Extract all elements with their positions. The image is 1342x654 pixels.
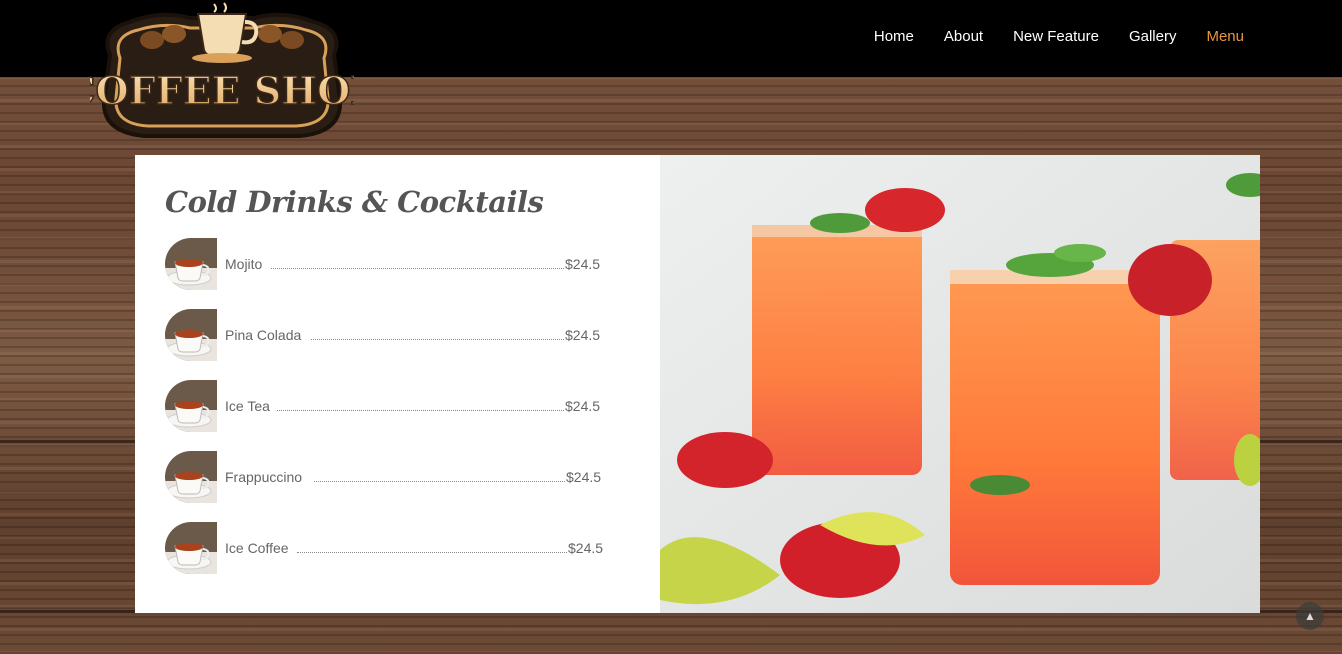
menu-item-name: Mojito bbox=[225, 256, 263, 272]
menu-list: Mojito $24.5 Pina Colada $24.5 Ice Tea $24.5 F… bbox=[165, 238, 610, 593]
menu-item-price: $24.5 bbox=[565, 256, 601, 272]
dot-leader bbox=[271, 255, 564, 269]
chevron-up-icon: ▲ bbox=[1304, 609, 1316, 623]
svg-text:COFFEE SHOP: COFFEE SHOP bbox=[90, 68, 354, 113]
menu-item[interactable]: Mojito $24.5 bbox=[165, 238, 610, 290]
tea-cup-thumbnail bbox=[165, 380, 217, 432]
menu-item-price: $24.5 bbox=[565, 327, 601, 343]
menu-title: Cold Drinks & Cocktails bbox=[165, 185, 544, 219]
menu-panel: Cold Drinks & Cocktails Mojito $24.5 Pina … bbox=[135, 155, 660, 613]
dot-leader bbox=[297, 539, 567, 553]
tea-cup-thumbnail bbox=[165, 309, 217, 361]
drinks-photo bbox=[660, 155, 1260, 613]
menu-item-price: $24.5 bbox=[566, 469, 602, 485]
menu-item-price: $24.5 bbox=[565, 398, 601, 414]
menu-item[interactable]: Pina Colada $24.5 bbox=[165, 309, 610, 361]
coffee-shop-logo[interactable]: COFFEE SHOP bbox=[65, 0, 379, 140]
menu-card: Cold Drinks & Cocktails Mojito $24.5 Pina … bbox=[135, 155, 1260, 613]
nav-about[interactable]: About bbox=[944, 28, 983, 45]
menu-item-price: $24.5 bbox=[568, 540, 604, 556]
tea-cup-thumbnail bbox=[165, 451, 217, 503]
menu-item-name: Ice Tea bbox=[225, 398, 270, 414]
nav-gallery[interactable]: Gallery bbox=[1129, 28, 1177, 45]
menu-item-name: Pina Colada bbox=[225, 327, 302, 343]
menu-item[interactable]: Ice Tea $24.5 bbox=[165, 380, 610, 432]
nav-menu[interactable]: Menu bbox=[1206, 28, 1244, 45]
nav-home[interactable]: Home bbox=[874, 28, 914, 45]
dot-leader bbox=[311, 326, 564, 340]
tea-cup-thumbnail bbox=[165, 522, 217, 574]
dot-leader bbox=[277, 397, 564, 411]
scroll-to-top-button[interactable]: ▲ bbox=[1296, 602, 1324, 630]
tea-cup-thumbnail bbox=[165, 238, 217, 290]
main-nav: Home About New Feature Gallery Menu bbox=[874, 28, 1244, 45]
menu-item-name: Ice Coffee bbox=[225, 540, 289, 556]
dot-leader bbox=[314, 468, 565, 482]
menu-item[interactable]: Ice Coffee $24.5 bbox=[165, 522, 610, 574]
nav-new-feature[interactable]: New Feature bbox=[1013, 28, 1099, 45]
menu-item[interactable]: Frappuccino $24.5 bbox=[165, 451, 610, 503]
menu-item-name: Frappuccino bbox=[225, 469, 303, 485]
